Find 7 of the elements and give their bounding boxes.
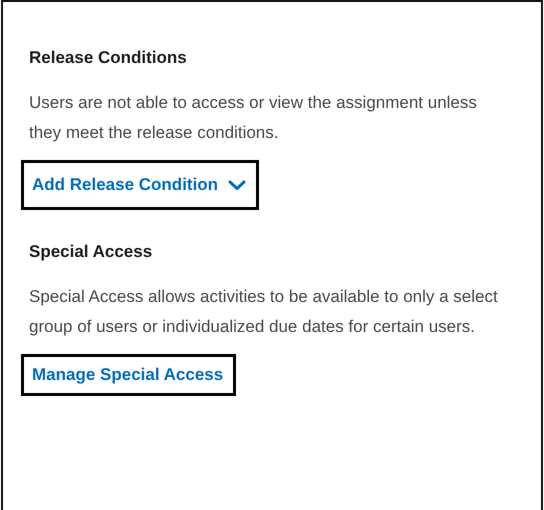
section-description: Special Access allows activities to be available to only a select group of users or individualized due dates for certain users. — [29, 286, 499, 338]
action-link[interactable]: Manage Special Access — [21, 354, 236, 396]
chevron-down-icon — [228, 179, 246, 191]
section-description: Users are not able to access or view the assignment unless they meet the release conditions. — [29, 92, 478, 144]
section-heading: Release Conditions — [29, 47, 188, 69]
action-link[interactable]: Add Release Condition — [21, 160, 260, 210]
section-heading: Special Access — [29, 241, 154, 263]
